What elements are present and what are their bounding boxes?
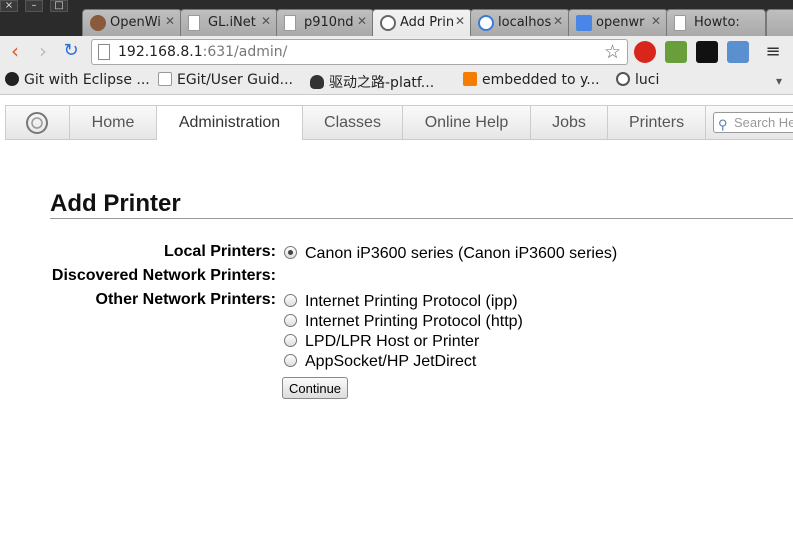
- bookmark-label: EGit/User Guid...: [177, 72, 293, 88]
- tab-howto[interactable]: Howto:: [666, 9, 766, 36]
- bookmark-star-icon[interactable]: ☆: [604, 41, 621, 63]
- bookmark-label: 驱动之路-platf...: [329, 75, 435, 91]
- option-label: Internet Printing Protocol (http): [305, 313, 523, 330]
- puzzle-extension-icon[interactable]: [665, 41, 687, 63]
- other-printer-option-socket[interactable]: AppSocket/HP JetDirect: [284, 353, 476, 371]
- adblock-icon[interactable]: [634, 41, 656, 63]
- url-path: :631/admin/: [202, 44, 288, 60]
- page-icon: [188, 15, 200, 31]
- radio-button[interactable]: [284, 314, 297, 327]
- nav-printers[interactable]: Printers: [608, 106, 706, 139]
- page-icon: [98, 44, 110, 60]
- nav-administration[interactable]: Administration: [157, 105, 303, 140]
- blogger-icon: [463, 72, 477, 86]
- github-icon: [5, 72, 19, 86]
- bookmark-label: Git with Eclipse ...: [24, 72, 150, 88]
- tab-localhost[interactable]: localhos ✕: [470, 9, 570, 36]
- reload-icon[interactable]: ↻: [60, 41, 82, 63]
- menu-icon[interactable]: ≡: [762, 41, 784, 63]
- bookmark-egit-guide[interactable]: EGit/User Guid...: [158, 72, 293, 88]
- window-maximize-button[interactable]: □: [50, 0, 68, 12]
- other-printer-option-lpd[interactable]: LPD/LPR Host or Printer: [284, 333, 479, 351]
- new-tab-button[interactable]: [766, 9, 793, 36]
- tab-close-icon[interactable]: ✕: [651, 14, 661, 28]
- tab-close-icon[interactable]: ✕: [357, 14, 367, 28]
- browser-title-bar: × – □ OpenWi ✕ GL.iNet ✕ p910nd ✕ Add Pr…: [0, 0, 793, 36]
- tab-close-icon[interactable]: ✕: [455, 14, 465, 28]
- tab-label: OpenWi: [110, 15, 161, 30]
- bookmark-git-eclipse[interactable]: Git with Eclipse ...: [5, 72, 150, 88]
- bookmark-label: luci: [635, 72, 660, 88]
- cups-logo-icon: [26, 112, 48, 134]
- nav-jobs[interactable]: Jobs: [531, 106, 608, 139]
- penguin-icon: [310, 75, 324, 89]
- nav-home[interactable]: Home: [70, 106, 157, 139]
- ie-icon: [478, 15, 494, 31]
- window-minimize-button[interactable]: –: [25, 0, 43, 12]
- search-input[interactable]: ⚲ Search He: [713, 112, 793, 133]
- openwrt-icon: [616, 72, 630, 86]
- window-close-button[interactable]: ×: [0, 0, 18, 12]
- search-icon: ⚲: [718, 117, 728, 132]
- tab-p910nd[interactable]: p910nd ✕: [276, 9, 374, 36]
- tab-label: Howto:: [694, 15, 740, 30]
- bookmarks-bar: Git with Eclipse ... EGit/User Guid... 驱…: [0, 68, 793, 95]
- tab-glinet[interactable]: GL.iNet ✕: [180, 9, 278, 36]
- tab-label: GL.iNet: [208, 15, 256, 30]
- page-title: Add Printer: [50, 190, 181, 217]
- address-bar[interactable]: 192.168.8.1:631/admin/ ☆: [91, 39, 628, 65]
- cups-icon: [380, 15, 396, 31]
- radio-button[interactable]: [284, 334, 297, 347]
- radio-button[interactable]: [284, 354, 297, 367]
- tab-add-printer[interactable]: Add Prin ✕: [372, 9, 472, 36]
- local-printers-label: Local Printers:: [163, 243, 276, 260]
- tab-label: openwr: [596, 15, 645, 30]
- bookmark-embedded[interactable]: embedded to y...: [463, 72, 600, 88]
- tab-label: localhos: [498, 15, 552, 30]
- other-printer-option-ipp[interactable]: Internet Printing Protocol (ipp): [284, 293, 518, 311]
- address-url[interactable]: 192.168.8.1:631/admin/: [118, 44, 287, 60]
- forward-arrow-icon[interactable]: ›: [32, 41, 54, 63]
- option-label: Canon iP3600 series (Canon iP3600 series…: [305, 245, 618, 262]
- url-host: 192.168.8.1: [118, 44, 203, 60]
- cups-logo[interactable]: [6, 106, 70, 139]
- bookmark-label: embedded to y...: [482, 72, 600, 88]
- tab-close-icon[interactable]: ✕: [261, 14, 271, 28]
- radio-button[interactable]: [284, 294, 297, 307]
- nav-classes[interactable]: Classes: [303, 106, 403, 139]
- page-icon: [674, 15, 686, 31]
- page-icon: [284, 15, 296, 31]
- bookmark-luci[interactable]: luci: [616, 72, 659, 88]
- avatar-icon: [90, 15, 106, 31]
- discovered-printers-label: Discovered Network Printers:: [51, 267, 276, 284]
- cups-navigation-bar: Home Administration Classes Online Help …: [5, 105, 793, 140]
- tab-label: Add Prin: [400, 15, 455, 30]
- bookmark-platform-driver[interactable]: 驱动之路-platf...: [310, 72, 434, 92]
- screenshot-icon[interactable]: [727, 41, 749, 63]
- tab-openwrt[interactable]: OpenWi ✕: [82, 9, 182, 36]
- option-label: Internet Printing Protocol (ipp): [305, 293, 518, 310]
- heading-divider: [50, 218, 793, 219]
- option-label: AppSocket/HP JetDirect: [305, 353, 477, 370]
- tab-openwrt-search[interactable]: openwr ✕: [568, 9, 668, 36]
- radio-button[interactable]: [284, 246, 297, 259]
- nav-online-help[interactable]: Online Help: [403, 106, 531, 139]
- page-icon: [158, 72, 172, 86]
- continue-button[interactable]: Continue: [282, 377, 349, 399]
- tab-label: p910nd: [304, 15, 354, 30]
- bookmarks-overflow-chevron-icon[interactable]: ▾: [776, 74, 782, 88]
- tab-close-icon[interactable]: ✕: [553, 14, 563, 28]
- google-icon: [576, 15, 592, 31]
- local-printer-option[interactable]: Canon iP3600 series (Canon iP3600 series…: [284, 245, 617, 263]
- option-label: LPD/LPR Host or Printer: [305, 333, 480, 350]
- other-printers-label: Other Network Printers:: [95, 291, 276, 308]
- other-printer-option-http[interactable]: Internet Printing Protocol (http): [284, 313, 523, 331]
- search-placeholder: Search He: [734, 115, 793, 130]
- vimium-icon[interactable]: [696, 41, 718, 63]
- tab-close-icon[interactable]: ✕: [165, 14, 175, 28]
- back-arrow-icon[interactable]: ‹: [4, 41, 26, 63]
